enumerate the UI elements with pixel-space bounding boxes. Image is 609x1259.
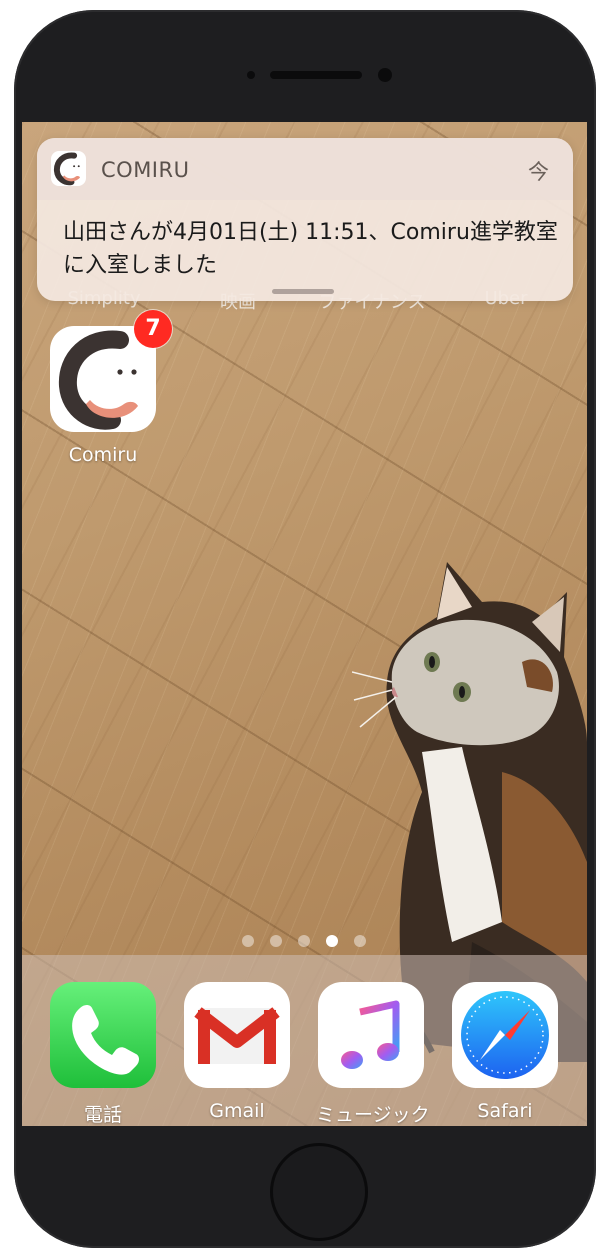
notification-banner[interactable]: COMIRU 今 山田さんが4月01日(土) 11:51、Comiru進学教室に… [37, 138, 573, 301]
page-dot-2[interactable] [270, 935, 282, 947]
page-dot-5[interactable] [354, 935, 366, 947]
comiru-small-icon [51, 151, 86, 186]
notification-grabber-handle[interactable] [272, 289, 334, 294]
phone-icon[interactable] [50, 982, 156, 1088]
dock-app-phone[interactable]: 電話 [48, 982, 158, 1127]
dock-app-gmail[interactable]: Gmail [182, 982, 292, 1122]
app-label-phone: 電話 [83, 1104, 122, 1126]
music-icon[interactable] [318, 982, 424, 1088]
app-label-safari: Safari [477, 1100, 533, 1122]
dock-app-music[interactable]: ミュージック [316, 982, 430, 1127]
app-label-comiru: Comiru [68, 444, 138, 466]
comiru-icon[interactable]: 7 [50, 310, 172, 432]
notification-time: 今 [528, 160, 549, 184]
proximity-sensor [247, 71, 255, 79]
app-label-music: ミュージック [316, 1104, 430, 1126]
dock-app-safari[interactable]: Safari [450, 982, 560, 1122]
safari-icon[interactable] [452, 982, 558, 1088]
notification-message: 山田さんが4月01日(土) 11:51、Comiru進学教室に入室しました [63, 220, 558, 278]
app-comiru[interactable]: 7 Comiru [48, 310, 172, 466]
earpiece-speaker [270, 71, 362, 79]
page-dot-1[interactable] [242, 935, 254, 947]
page-dot-3[interactable] [298, 935, 310, 947]
notification-app-name: COMIRU [101, 158, 190, 182]
home-button[interactable] [270, 1143, 368, 1241]
notification-header: COMIRU 今 [37, 138, 573, 200]
page-dot-4-current[interactable] [326, 935, 338, 947]
gmail-icon[interactable] [184, 982, 290, 1088]
page-indicator[interactable] [240, 935, 380, 949]
front-camera [378, 68, 392, 82]
notification-badge: 7 [134, 310, 172, 348]
app-label-gmail: Gmail [209, 1100, 265, 1122]
